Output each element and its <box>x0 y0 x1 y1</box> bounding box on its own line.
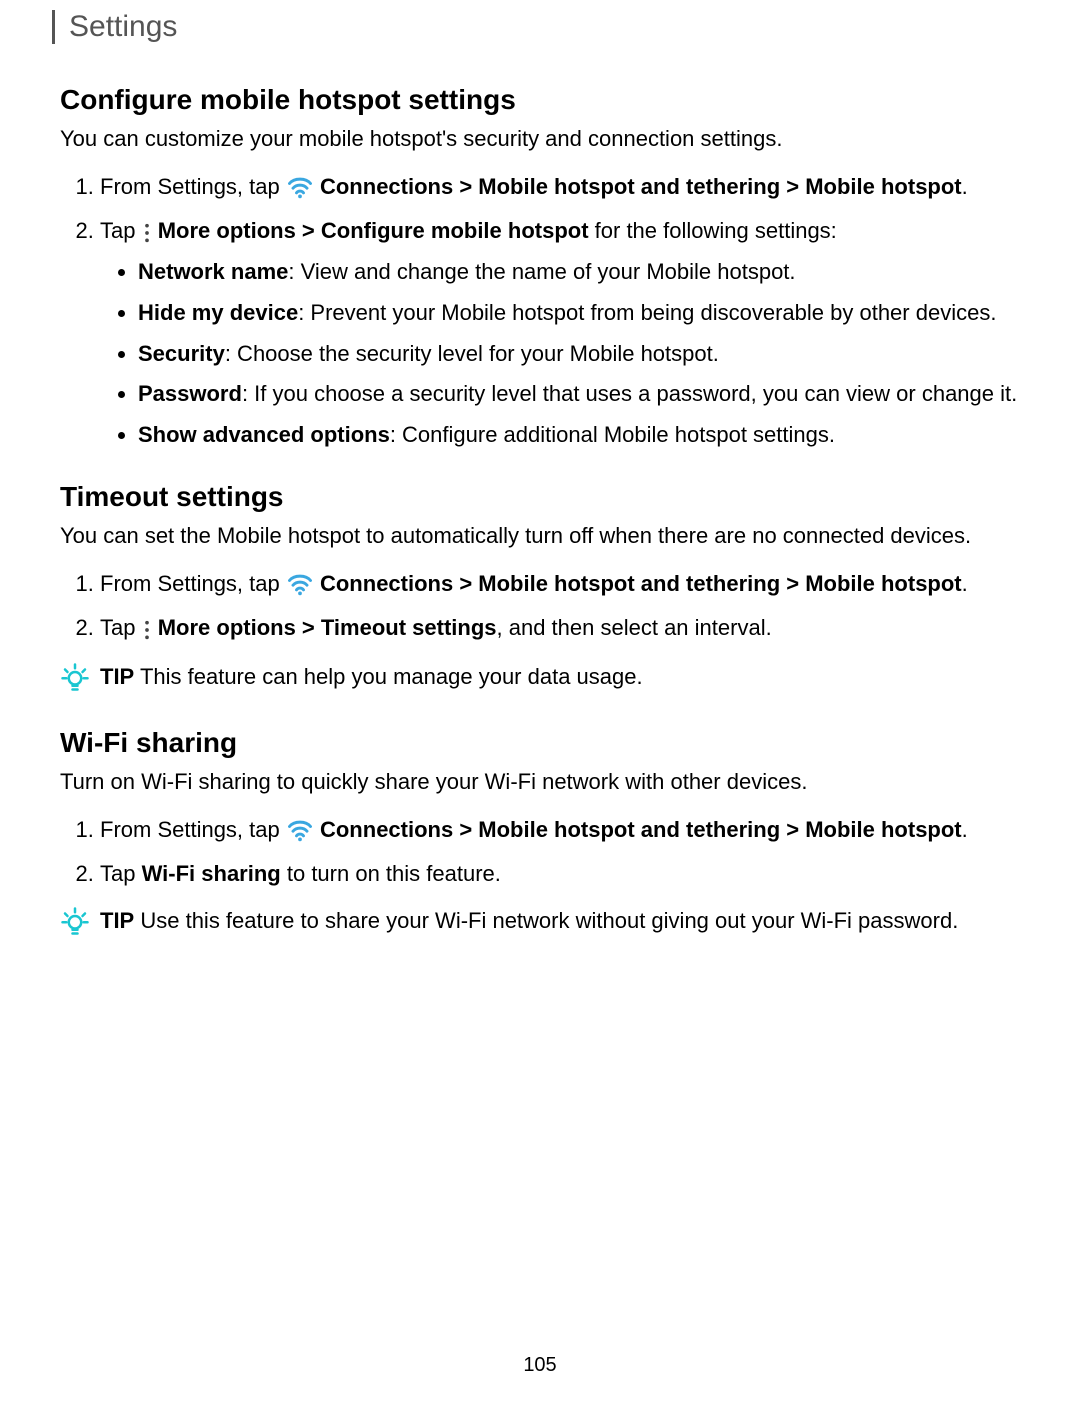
header-title: Settings <box>69 10 177 43</box>
section-heading-timeout: Timeout settings <box>60 481 1020 513</box>
bullet-item: Password: If you choose a security level… <box>138 379 1020 410</box>
step-item: Tap More options > Configure mobile hots… <box>100 214 1020 451</box>
intro-text: You can customize your mobile hotspot's … <box>60 124 1020 154</box>
tip-row: TIP Use this feature to share your Wi-Fi… <box>60 906 1020 941</box>
step-text: From Settings, tap <box>100 571 286 596</box>
step-text: From Settings, tap <box>100 174 286 199</box>
tip-body: Use this feature to share your Wi-Fi net… <box>134 908 958 933</box>
step-text: Tap <box>100 615 142 640</box>
bullet-item: Hide my device: Prevent your Mobile hots… <box>138 298 1020 329</box>
bullet-item: Security: Choose the security level for … <box>138 339 1020 370</box>
step-item: From Settings, tap Connections > Mobile … <box>100 567 1020 602</box>
step-end: . <box>962 571 968 596</box>
step-bold: Wi-Fi sharing <box>142 861 281 886</box>
step-item: Tap Wi-Fi sharing to turn on this featur… <box>100 857 1020 890</box>
tip-body: This feature can help you manage your da… <box>134 664 642 689</box>
section-heading-configure: Configure mobile hotspot settings <box>60 84 1020 116</box>
tip-label: TIP <box>100 664 134 689</box>
bullet-text: : Choose the security level for your Mob… <box>225 341 719 366</box>
bullet-text: : If you choose a security level that us… <box>242 381 1017 406</box>
tip-text: TIP Use this feature to share your Wi-Fi… <box>100 906 958 937</box>
more-options-icon <box>142 613 152 646</box>
tip-label: TIP <box>100 908 134 933</box>
intro-text: Turn on Wi-Fi sharing to quickly share y… <box>60 767 1020 797</box>
bullet-list: Network name: View and change the name o… <box>100 257 1020 451</box>
step-end: . <box>962 817 968 842</box>
step-path: Connections > Mobile hotspot and tetheri… <box>320 571 962 596</box>
step-path: More options > Configure mobile hotspot <box>158 218 589 243</box>
step-path: More options > Timeout settings <box>158 615 497 640</box>
step-text: Tap <box>100 218 142 243</box>
step-post: , and then select an interval. <box>497 615 772 640</box>
page-header: Settings <box>52 10 1020 44</box>
connections-icon <box>286 814 314 847</box>
bullet-bold: Hide my device <box>138 300 298 325</box>
steps-list: From Settings, tap Connections > Mobile … <box>60 813 1020 891</box>
steps-list: From Settings, tap Connections > Mobile … <box>60 567 1020 646</box>
bullet-text: : Prevent your Mobile hotspot from being… <box>298 300 996 325</box>
step-post: to turn on this feature. <box>287 861 501 886</box>
connections-icon <box>286 568 314 601</box>
step-text: Tap <box>100 861 142 886</box>
more-options-icon <box>142 216 152 249</box>
step-item: From Settings, tap Connections > Mobile … <box>100 170 1020 205</box>
section-heading-wifi-sharing: Wi-Fi sharing <box>60 727 1020 759</box>
connections-icon <box>286 171 314 204</box>
bullet-bold: Show advanced options <box>138 422 390 447</box>
step-path: Connections > Mobile hotspot and tetheri… <box>320 174 962 199</box>
step-item: Tap More options > Timeout settings, and… <box>100 611 1020 646</box>
bullet-bold: Password <box>138 381 242 406</box>
step-path: Connections > Mobile hotspot and tetheri… <box>320 817 962 842</box>
bullet-item: Show advanced options: Configure additio… <box>138 420 1020 451</box>
step-post: for the following settings: <box>589 218 837 243</box>
steps-list: From Settings, tap Connections > Mobile … <box>60 170 1020 451</box>
tip-icon <box>60 906 90 941</box>
tip-icon <box>60 662 90 697</box>
bullet-text: : View and change the name of your Mobil… <box>288 259 795 284</box>
step-item: From Settings, tap Connections > Mobile … <box>100 813 1020 848</box>
step-end: . <box>962 174 968 199</box>
step-text: From Settings, tap <box>100 817 286 842</box>
bullet-text: : Configure additional Mobile hotspot se… <box>390 422 835 447</box>
bullet-bold: Security <box>138 341 225 366</box>
intro-text: You can set the Mobile hotspot to automa… <box>60 521 1020 551</box>
tip-text: TIP This feature can help you manage you… <box>100 662 643 693</box>
page-number: 105 <box>0 1354 1080 1377</box>
tip-row: TIP This feature can help you manage you… <box>60 662 1020 697</box>
bullet-item: Network name: View and change the name o… <box>138 257 1020 288</box>
bullet-bold: Network name <box>138 259 288 284</box>
